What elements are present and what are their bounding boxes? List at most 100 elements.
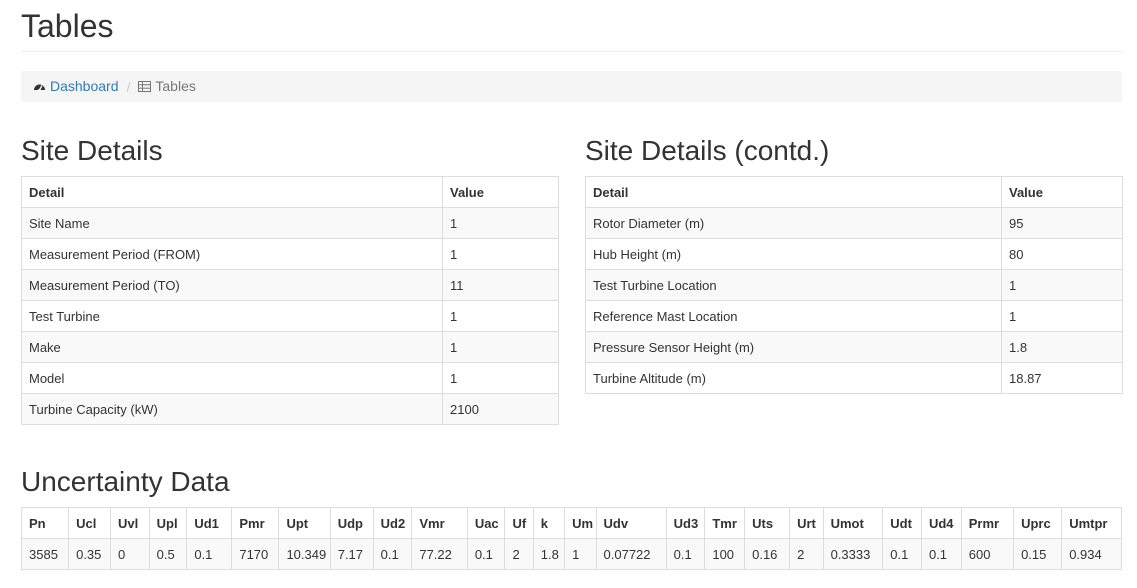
column-header-umtpr: Umtpr [1061,507,1122,539]
breadcrumb-dashboard-link[interactable]: Dashboard [33,78,119,95]
column-header-ud3: Ud3 [665,507,706,539]
detail-cell: Make [21,331,443,363]
column-header-detail: Detail [585,176,1002,208]
value-cell: 2100 [442,393,559,425]
column-header-ud4: Ud4 [920,507,962,539]
column-header-k: k [532,507,566,539]
value-cell: 1.8 [1001,331,1123,363]
value-cell: 1 [1001,300,1123,332]
column-header-pn: Pn [20,507,70,539]
value-cell: 95 [1001,207,1123,239]
breadcrumb: Dashboard / Tables [21,71,1122,102]
column-header-udp: Udp [329,507,374,539]
page-title: Tables [21,8,114,44]
value-cell: 1 [442,331,559,363]
column-header-value: Value [442,176,559,208]
value-cell: 80 [1001,238,1123,270]
site-details-heading: Site Details [21,135,163,166]
page: Tables Dashboard / Tables Site Details D… [0,0,1137,588]
table-header-row: Pn Ucl Uvl Upl Ud1 Pmr Upt Udp Ud2 Vmr Uac Uf k Um Udv… [20,507,1122,539]
value-cell: 1 [1001,269,1123,301]
value-cell-uac: 0.1 [466,538,506,570]
detail-cell: Rotor Diameter (m) [585,207,1002,239]
value-cell-urt: 2 [789,538,824,570]
value-cell: 11 [442,269,559,301]
value-cell-uf: 2 [504,538,534,570]
column-header-pmr: Pmr [231,507,280,539]
value-cell-udv: 0.07722 [595,538,667,570]
detail-cell: Model [21,362,443,394]
table-header-row: Detail Value [585,176,1123,208]
table-row: Turbine Altitude (m) 18.87 [585,362,1123,394]
column-header-ud1: Ud1 [186,507,233,539]
breadcrumb-current-label: Tables [155,77,196,94]
table-row: Measurement Period (FROM) 1 [21,238,559,270]
value-cell-udt: 0.1 [882,538,922,570]
value-cell-pmr: 7170 [231,538,280,570]
column-header-prmr: Prmr [960,507,1015,539]
column-header-uprc: Uprc [1013,507,1063,539]
table-row: Test Turbine Location 1 [585,269,1123,301]
column-header-ud2: Ud2 [372,507,413,539]
uncertainty-table: Pn Ucl Uvl Upl Ud1 Pmr Upt Udp Ud2 Vmr Uac Uf k Um Udv… [20,507,1122,570]
value-cell-vmr: 77.22 [411,538,468,570]
value-cell: 1 [442,238,559,270]
value-cell-tmr: 100 [704,538,746,570]
column-header-udv: Udv [595,507,667,539]
title-divider [21,51,1122,52]
uncertainty-heading: Uncertainty Data [21,466,230,497]
table-row: Site Name 1 [21,207,559,239]
detail-cell: Test Turbine [21,300,443,332]
value-cell-ud4: 0.1 [920,538,962,570]
table-row: Hub Height (m) 80 [585,238,1123,270]
value-cell-uvl: 0 [109,538,150,570]
column-header-uvl: Uvl [109,507,150,539]
value-cell-uprc: 0.15 [1013,538,1063,570]
column-header-vmr: Vmr [411,507,468,539]
column-header-value: Value [1001,176,1123,208]
site-details-contd-heading: Site Details (contd.) [585,135,830,166]
value-cell: 1 [442,362,559,394]
dashboard-icon [33,79,46,95]
value-cell-ud1: 0.1 [186,538,233,570]
breadcrumb-dashboard-label: Dashboard [50,77,119,94]
table-row: Model 1 [21,362,559,394]
table-row: Test Turbine 1 [21,300,559,332]
value-cell: 1 [442,300,559,332]
column-header-upl: Upl [148,507,188,539]
breadcrumb-separator: / [126,78,131,95]
column-header-umot: Umot [822,507,884,539]
column-header-tmr: Tmr [704,507,746,539]
column-header-uac: Uac [466,507,506,539]
detail-cell: Pressure Sensor Height (m) [585,331,1002,363]
value-cell-pn: 3585 [20,538,70,570]
detail-cell: Turbine Capacity (kW) [21,393,443,425]
value-cell-ud3: 0.1 [665,538,706,570]
table-icon [138,79,152,95]
value-cell-prmr: 600 [960,538,1015,570]
table-row: Reference Mast Location 1 [585,300,1123,332]
breadcrumb-current: Tables [138,77,196,95]
column-header-ucl: Ucl [68,507,111,539]
table-header-row: Detail Value [21,176,559,208]
column-header-detail: Detail [21,176,443,208]
detail-cell: Site Name [21,207,443,239]
value-cell-upl: 0.5 [148,538,188,570]
column-header-uts: Uts [744,507,791,539]
site-details-table: Detail Value Site Name 1 Measurement Peri… [21,176,559,425]
table-row: Rotor Diameter (m) 95 [585,207,1123,239]
value-cell: 18.87 [1001,362,1123,394]
table-row: Make 1 [21,331,559,363]
table-row: 3585 0.35 0 0.5 0.1 7170 10.349 7.17 0.1 77.22 0.1… [20,538,1122,570]
detail-cell: Measurement Period (TO) [21,269,443,301]
column-header-uf: Uf [504,507,534,539]
column-header-um: Um [564,507,597,539]
value-cell-um: 1 [564,538,597,570]
table-row: Measurement Period (TO) 11 [21,269,559,301]
value-cell-ucl: 0.35 [68,538,111,570]
column-header-upt: Upt [278,507,331,539]
value-cell: 1 [442,207,559,239]
column-header-udt: Udt [882,507,922,539]
value-cell-k: 1.8 [532,538,566,570]
detail-cell: Reference Mast Location [585,300,1002,332]
